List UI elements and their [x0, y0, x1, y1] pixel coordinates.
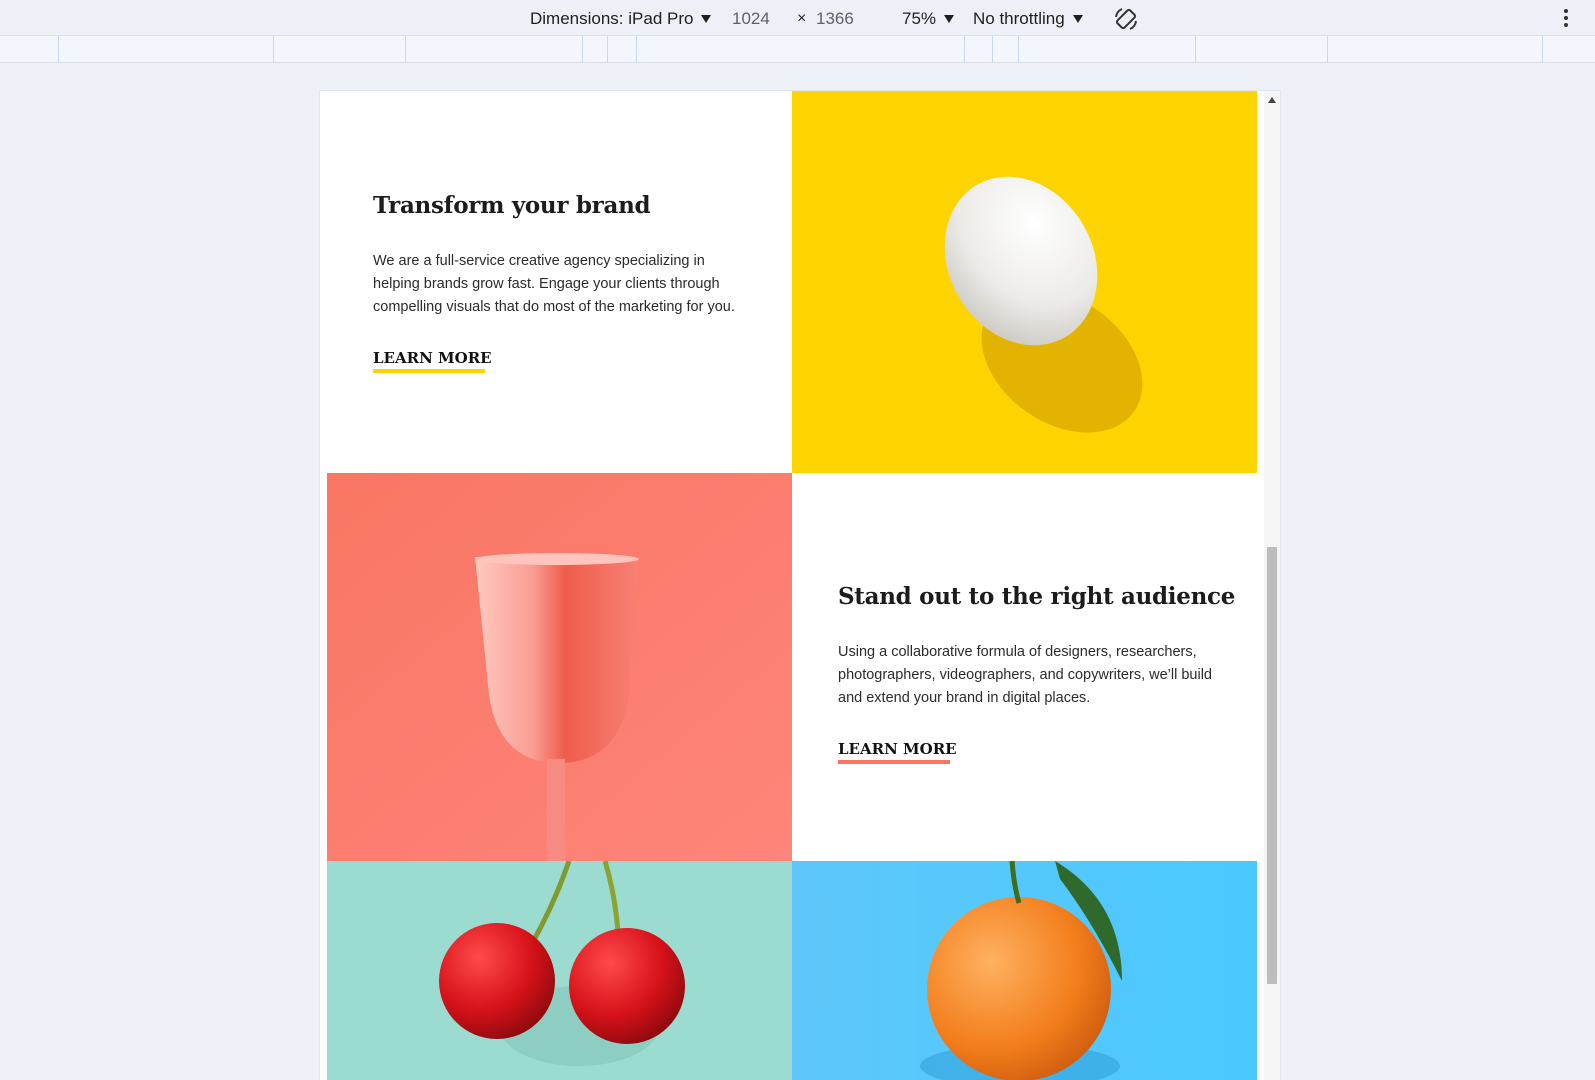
orange-image: [792, 861, 1257, 1080]
height-input[interactable]: 1366: [816, 8, 854, 30]
feature-transform-brand: Transform your brand We are a full-servi…: [327, 91, 792, 473]
times-label: ×: [797, 10, 807, 27]
width-value: 1024: [732, 9, 770, 28]
feature-right-audience: Stand out to the right audience Using a …: [792, 473, 1257, 861]
device-viewport: Transform your brand We are a full-servi…: [320, 91, 1280, 1080]
media-query-ruler: [0, 36, 1595, 63]
more-vert-icon[interactable]: [1563, 9, 1569, 29]
throttling-label: No throttling: [973, 9, 1065, 28]
section-title: Transform your brand: [373, 192, 651, 219]
learn-more-label: LEARN MORE: [838, 740, 957, 758]
width-input[interactable]: 1024: [732, 8, 770, 30]
egg-image: [792, 91, 1257, 473]
times-separator: ×: [797, 8, 806, 30]
cherries-image: [327, 861, 792, 1080]
dimensions-dropdown[interactable]: Dimensions: iPad Pro: [530, 8, 712, 30]
rotate-icon[interactable]: [1112, 5, 1140, 33]
link-underline: [373, 369, 485, 373]
chevron-down-icon: [1072, 15, 1083, 23]
zoom-dropdown[interactable]: 75%: [902, 8, 955, 30]
section-body: Using a collaborative formula of designe…: [838, 644, 1212, 706]
dimensions-label: Dimensions: iPad Pro: [530, 9, 694, 28]
throttling-dropdown[interactable]: No throttling: [973, 8, 1083, 30]
section-title: Stand out to the right audience: [838, 583, 1236, 610]
section-body: We are a full-service creative agency sp…: [373, 253, 735, 315]
height-value: 1366: [816, 9, 854, 28]
learn-more-link[interactable]: LEARN MORE: [838, 740, 957, 764]
device-toolbar: Dimensions: iPad Pro 1024 × 1366 75% No …: [0, 0, 1595, 36]
scroll-up-icon[interactable]: [1268, 97, 1276, 103]
learn-more-label: LEARN MORE: [373, 349, 492, 367]
link-underline: [838, 760, 950, 764]
chevron-down-icon: [701, 15, 712, 23]
chevron-down-icon: [944, 15, 955, 23]
cup-image: [327, 473, 792, 861]
scrollbar-thumb[interactable]: [1267, 547, 1277, 984]
viewport-scrollbar[interactable]: [1264, 91, 1280, 1080]
learn-more-link[interactable]: LEARN MORE: [373, 349, 492, 373]
zoom-label: 75%: [902, 9, 937, 28]
